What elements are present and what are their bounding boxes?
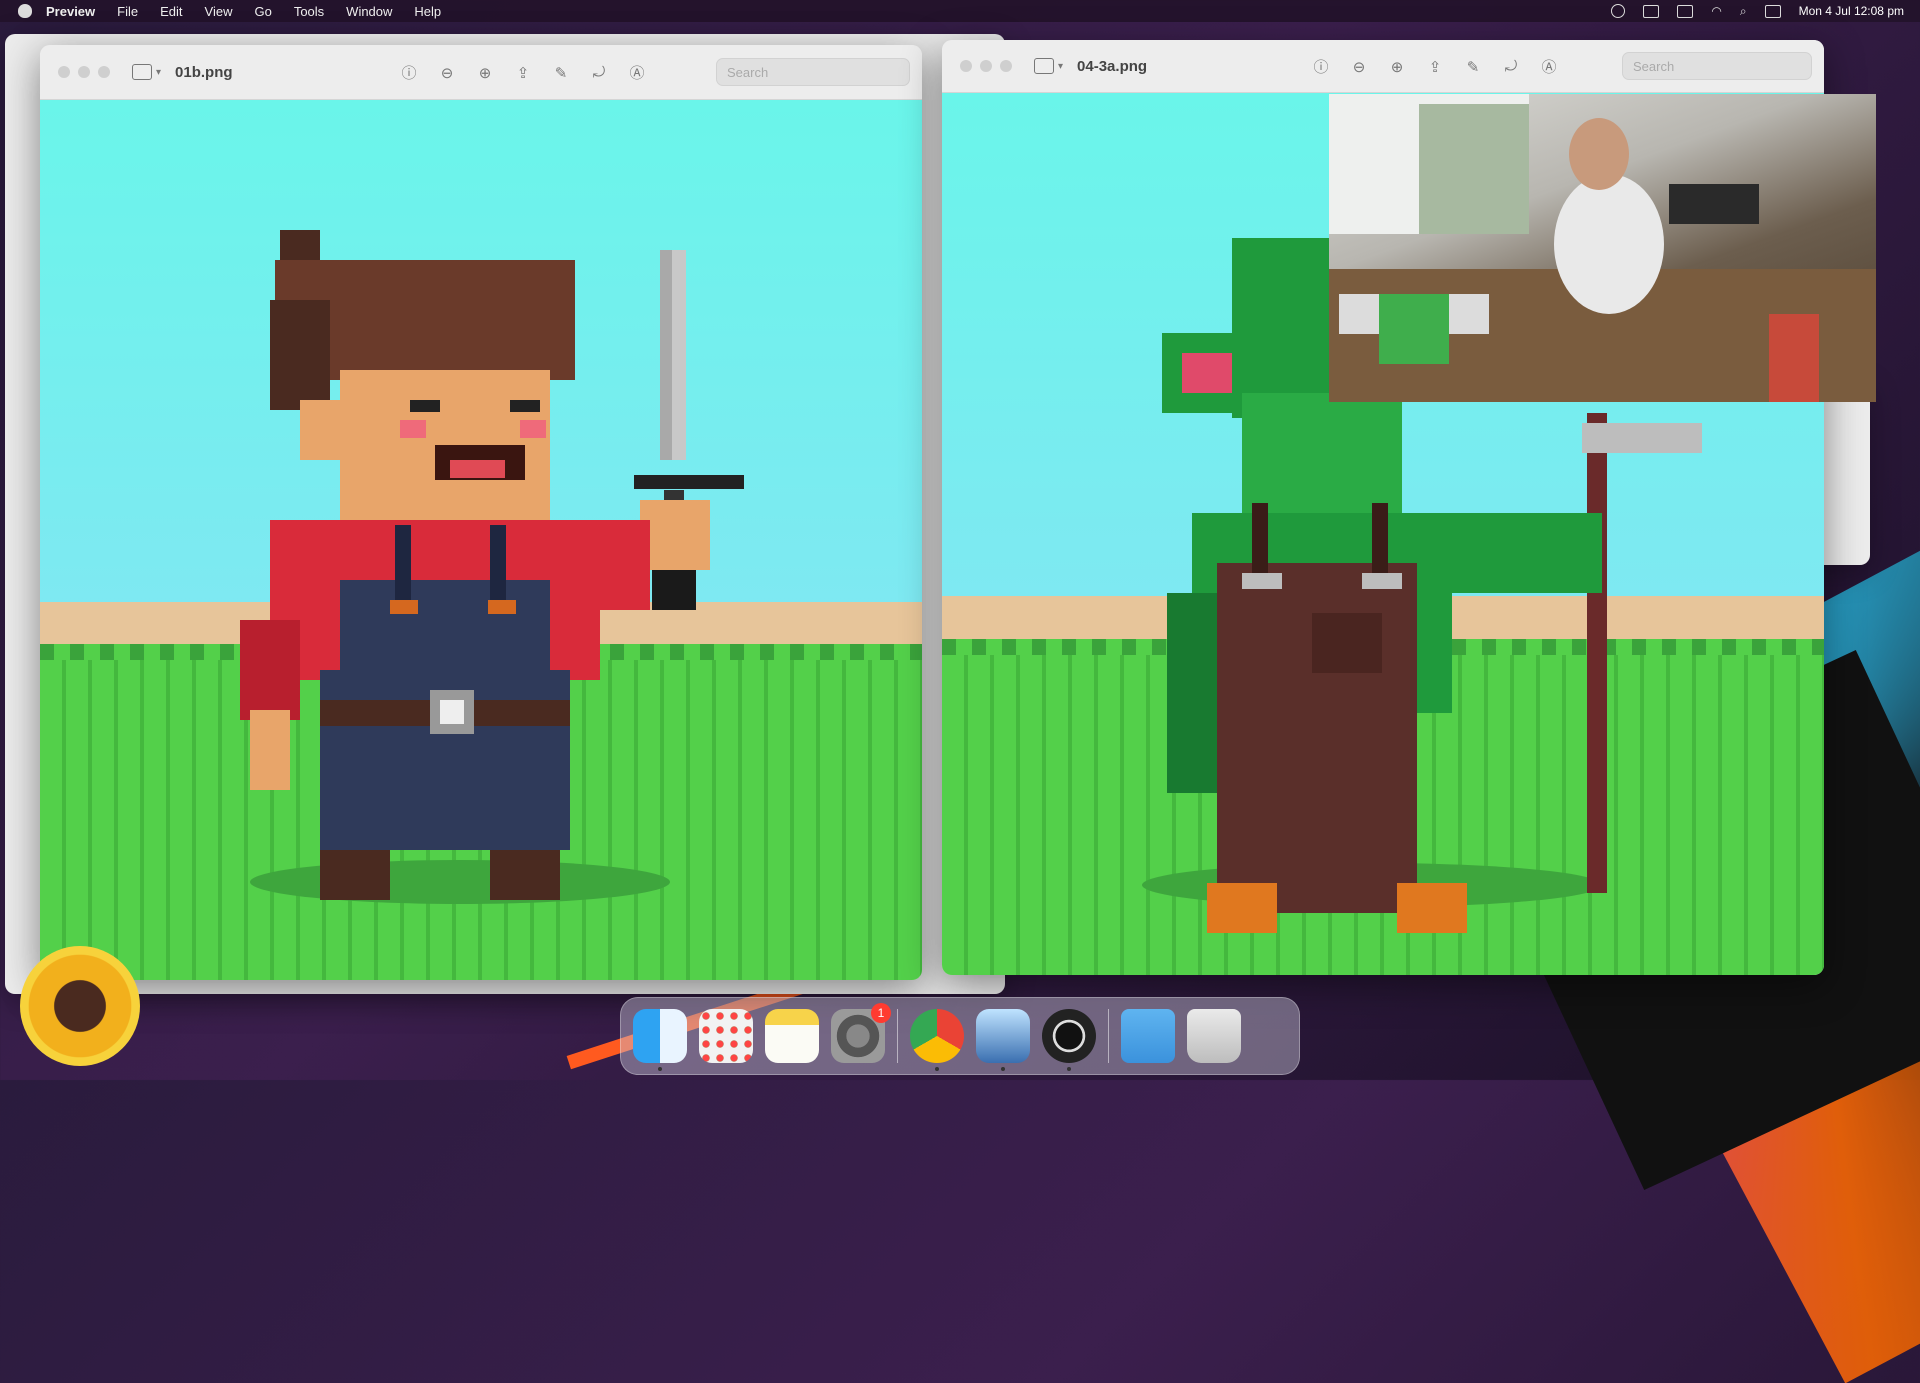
webcam-overlay (1329, 94, 1876, 402)
markup-icon[interactable]: ✎ (552, 64, 570, 82)
traffic-lights (58, 66, 110, 78)
launchpad-icon[interactable] (699, 1009, 753, 1063)
preview-window-01b[interactable]: ▾ 01b.png ⓘ ⊖ ⊕ ⇪ ✎ ⤾ Ⓐ Search (40, 45, 922, 980)
annotate-icon[interactable]: Ⓐ (628, 62, 646, 83)
rotate-icon[interactable]: ⤾ (1502, 58, 1520, 75)
sidebar-toggle-icon[interactable] (132, 64, 152, 80)
info-icon[interactable]: ⓘ (1312, 56, 1330, 77)
menu-tools[interactable]: Tools (294, 4, 324, 19)
pixel-farm-boy-with-sword (240, 230, 744, 900)
zoom-out-icon[interactable]: ⊖ (1350, 58, 1368, 76)
display-icon[interactable] (1643, 4, 1660, 18)
apple-menu-icon[interactable] (18, 4, 32, 18)
toolbar: ⓘ ⊖ ⊕ ⇪ ✎ ⤾ Ⓐ (1312, 56, 1558, 77)
chevron-down-icon[interactable]: ▾ (1058, 61, 1063, 72)
close-button[interactable] (960, 60, 972, 72)
window-titlebar[interactable]: ▾ 01b.png ⓘ ⊖ ⊕ ⇪ ✎ ⤾ Ⓐ Search (40, 45, 922, 100)
folder-icon[interactable] (1121, 1009, 1175, 1063)
window-title: 04-3a.png (1077, 57, 1148, 75)
minimize-button[interactable] (980, 60, 992, 72)
preview-icon[interactable] (976, 1009, 1030, 1071)
chevron-down-icon[interactable]: ▾ (156, 67, 161, 78)
notification-badge: 1 (871, 1003, 891, 1023)
image-canvas-farm-boy (40, 100, 922, 980)
menu-file[interactable]: File (117, 4, 138, 19)
menu-bar: Preview File Edit View Go Tools Window H… (0, 0, 1920, 22)
menu-window[interactable]: Window (346, 4, 392, 19)
system-preferences-icon[interactable]: 1 (831, 1003, 891, 1063)
battery-icon[interactable] (1677, 4, 1694, 18)
control-center-icon[interactable] (1764, 4, 1781, 18)
webcam-scene (1329, 94, 1876, 402)
finder-icon[interactable] (633, 1009, 687, 1071)
obs-icon[interactable] (1042, 1009, 1096, 1071)
menu-edit[interactable]: Edit (160, 4, 182, 19)
annotate-icon[interactable]: Ⓐ (1540, 56, 1558, 77)
share-icon[interactable]: ⇪ (1426, 58, 1444, 76)
menu-go[interactable]: Go (254, 4, 271, 19)
menu-app-preview[interactable]: Preview (46, 4, 95, 19)
dock-separator (1108, 1009, 1109, 1063)
dock-separator (897, 1009, 898, 1063)
minimize-button[interactable] (78, 66, 90, 78)
sunflower-widget (20, 946, 140, 1066)
zoom-button[interactable] (98, 66, 110, 78)
sidebar-toggle-icon[interactable] (1034, 58, 1054, 74)
zoom-out-icon[interactable]: ⊖ (438, 64, 456, 82)
close-button[interactable] (58, 66, 70, 78)
window-title: 01b.png (175, 63, 233, 81)
screen-recording-icon[interactable] (1611, 4, 1626, 18)
menu-view[interactable]: View (205, 4, 233, 19)
zoom-in-icon[interactable]: ⊕ (1388, 58, 1406, 76)
notes-icon[interactable] (765, 1009, 819, 1063)
rotate-icon[interactable]: ⤾ (590, 64, 608, 81)
zoom-in-icon[interactable]: ⊕ (476, 64, 494, 82)
menu-clock[interactable]: Mon 4 Jul 12:08 pm (1799, 4, 1904, 18)
trash-icon[interactable] (1187, 1009, 1241, 1063)
toolbar: ⓘ ⊖ ⊕ ⇪ ✎ ⤾ Ⓐ (400, 62, 646, 83)
menu-help[interactable]: Help (414, 4, 441, 19)
zoom-button[interactable] (1000, 60, 1012, 72)
wifi-icon[interactable]: ◠ (1711, 4, 1721, 18)
markup-icon[interactable]: ✎ (1464, 58, 1482, 76)
spotlight-search-icon[interactable]: ⌕ (1740, 4, 1747, 19)
window-titlebar[interactable]: ▾ 04-3a.png ⓘ ⊖ ⊕ ⇪ ✎ ⤾ Ⓐ Search (942, 40, 1824, 93)
chrome-icon[interactable] (910, 1009, 964, 1071)
share-icon[interactable]: ⇪ (514, 64, 532, 82)
search-input[interactable]: Search (1622, 52, 1812, 80)
dock: 1 (620, 997, 1300, 1075)
traffic-lights (960, 60, 1012, 72)
search-input[interactable]: Search (716, 58, 910, 86)
info-icon[interactable]: ⓘ (400, 62, 418, 83)
